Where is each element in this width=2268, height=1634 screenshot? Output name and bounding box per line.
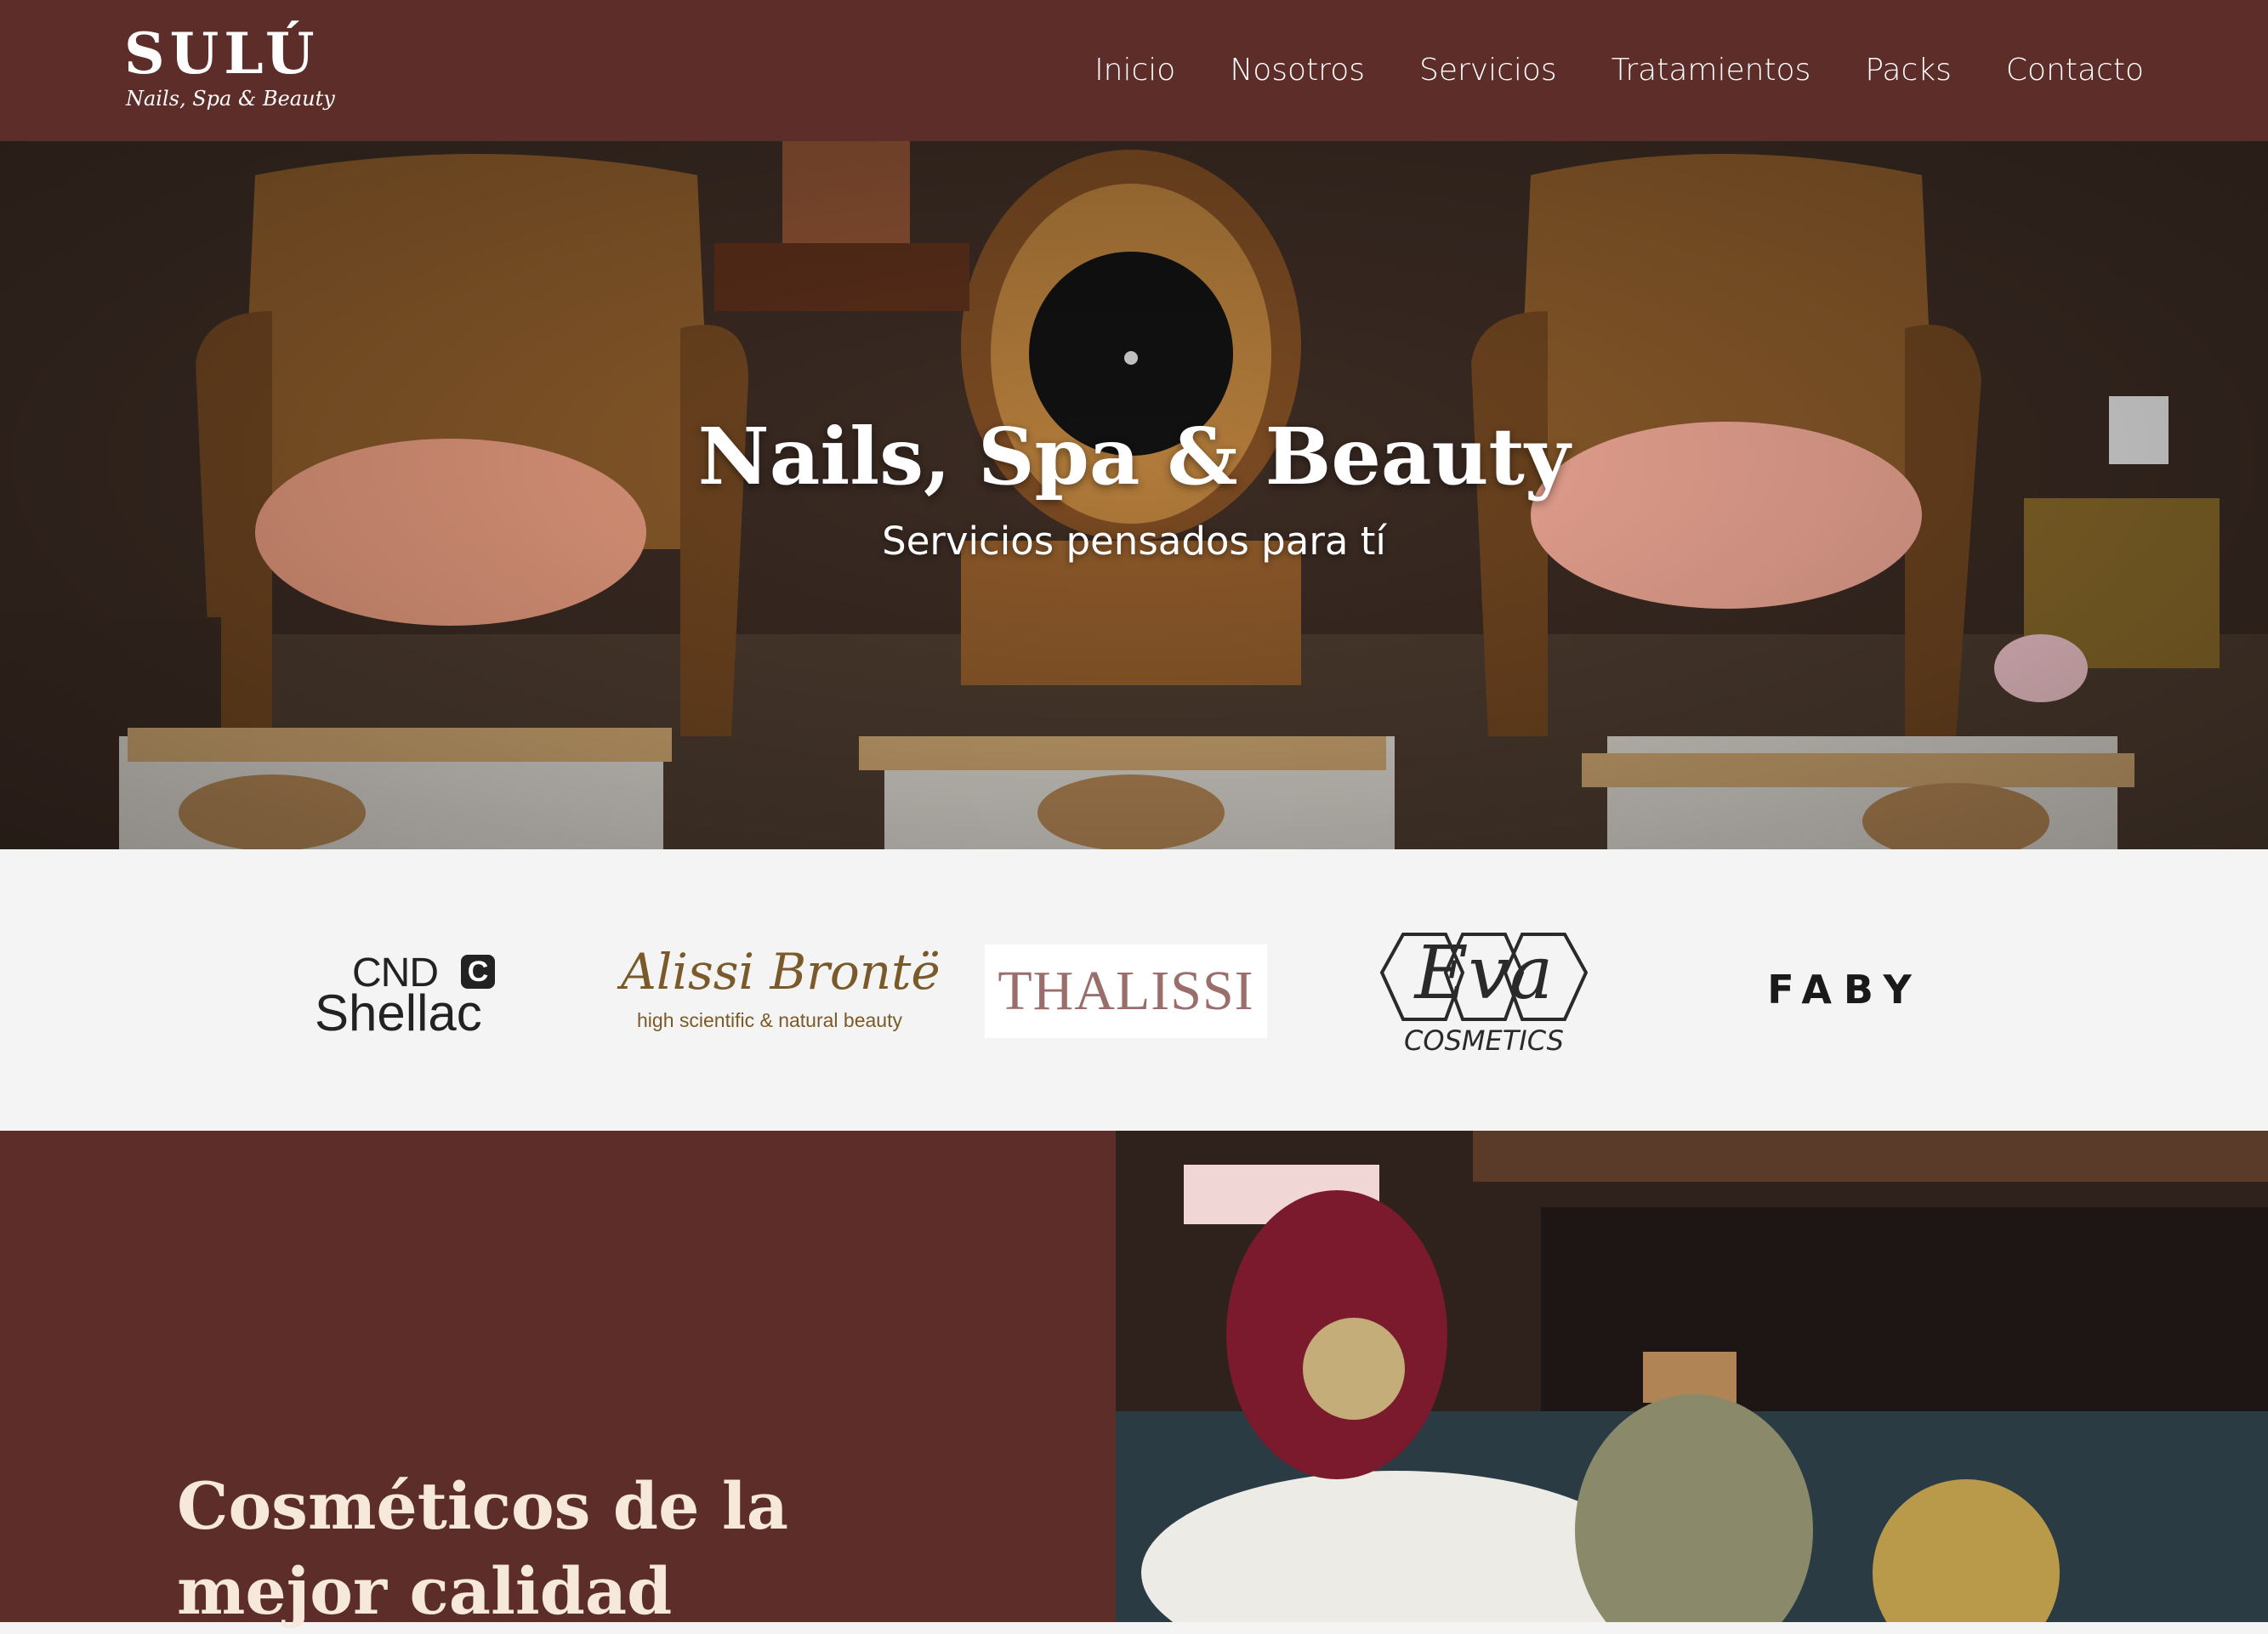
shellac-wordmark: Shellac [315,984,482,1041]
site-header: SULÚ Nails, Spa & Beauty Inicio Nosotros… [0,0,2268,141]
eva-wordmark: Eva [1414,931,1554,1016]
nav-servicios[interactable]: Servicios [1419,49,1557,92]
feature-photo [1116,1131,2268,1622]
logo-tagline: Nails, Spa & Beauty [126,87,335,111]
logo[interactable]: SULÚ Nails, Spa & Beauty [124,26,335,119]
hero-banner: Nails, Spa & Beauty Servicios pensados p… [0,141,2268,849]
brand-logo-faby[interactable]: FABY [1726,849,1964,1131]
brand-logo-cnd-shellac[interactable]: CND C Shellac [315,849,502,1131]
eva-subtitle: COSMETICS [1404,1024,1564,1057]
main-nav: Inicio Nosotros Servicios Tratamientos P… [1094,49,2144,92]
spa-still-life-image [1116,1131,2268,1622]
brand-logo-alissi-bronte[interactable]: Alissi Brontë high scientific & natural … [621,849,941,1131]
brand-logo-eva-cosmetics[interactable]: Eva COSMETICS [1369,849,1599,1131]
brand-logo-thalissi[interactable]: THALISSI [985,849,1267,1131]
thalissi-wordmark: THALISSI [985,945,1267,1038]
feature-text-panel: Cosméticos de la mejor calidad [0,1131,1116,1629]
logo-wordmark: SULÚ [124,20,320,87]
brands-strip: CND C Shellac Alissi Brontë high scienti… [0,849,2268,1131]
hero-subtitle: Servicios pensados para tí [882,519,1386,564]
nav-tratamientos[interactable]: Tratamientos [1611,49,1811,92]
alissi-tagline: high scientific & natural beauty [637,1009,902,1031]
feature-title: Cosméticos de la mejor calidad [177,1468,788,1629]
nav-packs[interactable]: Packs [1865,49,1952,92]
hero-title: Nails, Spa & Beauty [697,411,1571,502]
nav-contacto[interactable]: Contacto [2006,49,2144,92]
nav-inicio[interactable]: Inicio [1094,49,1175,92]
faby-wordmark: FABY [1767,967,1924,1013]
alissi-wordmark: Alissi Brontë [621,943,941,1001]
nav-nosotros[interactable]: Nosotros [1230,49,1365,92]
